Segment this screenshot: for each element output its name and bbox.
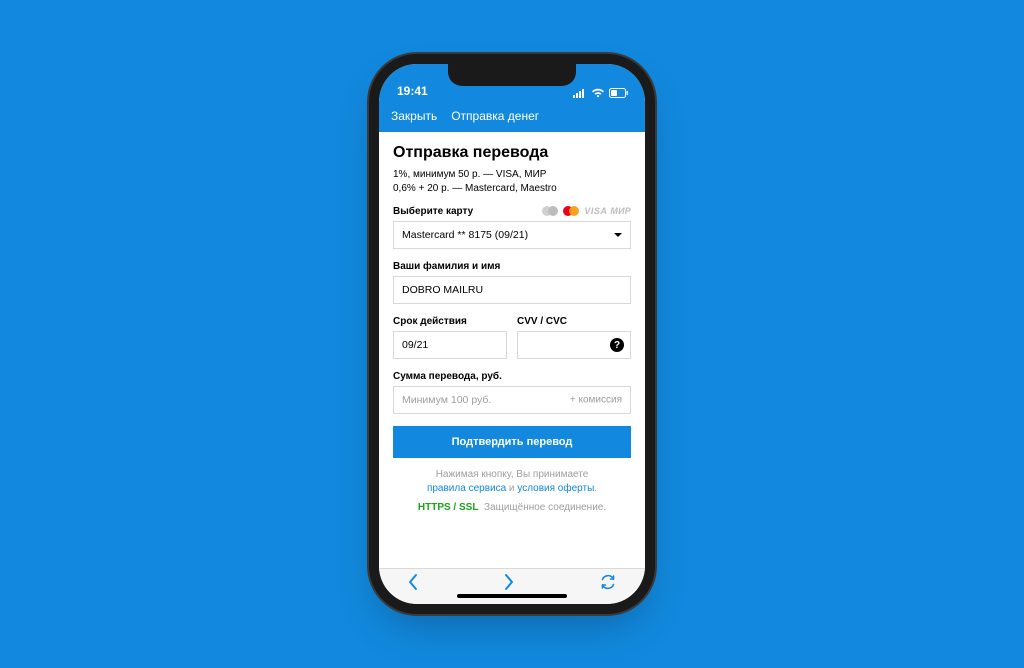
cvv-label: CVV / CVC bbox=[517, 316, 631, 327]
wifi-icon bbox=[591, 88, 605, 98]
chevron-left-icon bbox=[407, 573, 419, 591]
cvv-input[interactable]: ? bbox=[517, 331, 631, 359]
content: Отправка перевода 1%, минимум 50 р. — VI… bbox=[379, 132, 645, 570]
amount-field-group: Сумма перевода, руб. Минимум 100 руб. + … bbox=[393, 371, 631, 414]
expiry-cvv-row: Срок действия 09/21 CVV / CVC ? bbox=[393, 316, 631, 359]
card-select[interactable]: Mastercard ** 8175 (09/21) bbox=[393, 221, 631, 249]
rules-link[interactable]: правила сервиса bbox=[427, 483, 506, 494]
reload-icon bbox=[599, 573, 617, 591]
https-badge: HTTPS / SSL bbox=[418, 502, 479, 513]
agree-and: и bbox=[506, 483, 517, 494]
mir-icon: МИР bbox=[610, 206, 631, 216]
card-field-group: Выберите карту VISA МИР Mastercard ** 81… bbox=[393, 205, 631, 249]
help-icon[interactable]: ? bbox=[610, 338, 624, 352]
expiry-label: Срок действия bbox=[393, 316, 507, 327]
signal-icon bbox=[573, 88, 587, 98]
amount-input[interactable]: Минимум 100 руб. + комиссия bbox=[393, 386, 631, 414]
chevron-right-icon bbox=[503, 573, 515, 591]
name-field-group: Ваши фамилия и имя DOBRO MAILRU bbox=[393, 261, 631, 304]
home-indicator bbox=[457, 594, 567, 598]
header-title: Отправка денег bbox=[451, 109, 539, 123]
name-value: DOBRO MAILRU bbox=[402, 284, 483, 296]
offer-link[interactable]: условия оферты bbox=[517, 483, 594, 494]
phone-frame: 19:41 Закрыть Отправка денег Отправка пе… bbox=[379, 64, 645, 604]
card-logos: VISA МИР bbox=[542, 205, 631, 217]
agree-line1: Нажимая кнопку, Вы принимаете bbox=[436, 469, 589, 480]
page-title: Отправка перевода bbox=[393, 144, 631, 162]
close-button[interactable]: Закрыть bbox=[391, 109, 437, 123]
amount-placeholder: Минимум 100 руб. bbox=[402, 394, 491, 406]
agree-dot: . bbox=[594, 483, 597, 494]
name-label: Ваши фамилия и имя bbox=[393, 261, 631, 272]
status-time: 19:41 bbox=[397, 84, 428, 98]
ssl-line: HTTPS / SSL Защищённое соединение. bbox=[393, 502, 631, 513]
fees-info: 1%, минимум 50 р. — VISA, МИР 0,6% + 20 … bbox=[393, 168, 631, 195]
expiry-value: 09/21 bbox=[402, 339, 428, 351]
status-indicators bbox=[573, 88, 629, 98]
back-button[interactable] bbox=[407, 573, 419, 591]
cvv-field-group: CVV / CVC ? bbox=[517, 316, 631, 359]
card-select-value: Mastercard ** 8175 (09/21) bbox=[402, 229, 528, 241]
fee-line-2: 0,6% + 20 р. — Mastercard, Maestro bbox=[393, 182, 631, 196]
browser-toolbar bbox=[379, 568, 645, 604]
expiry-field-group: Срок действия 09/21 bbox=[393, 316, 507, 359]
mastercard-icon bbox=[563, 205, 581, 217]
amount-suffix: + комиссия bbox=[570, 395, 622, 406]
name-input[interactable]: DOBRO MAILRU bbox=[393, 276, 631, 304]
fee-line-1: 1%, минимум 50 р. — VISA, МИР bbox=[393, 168, 631, 182]
submit-button[interactable]: Подтвердить перевод bbox=[393, 426, 631, 458]
mastercard-grey-icon bbox=[542, 205, 560, 217]
battery-icon bbox=[609, 88, 629, 98]
forward-button[interactable] bbox=[503, 573, 515, 591]
app-header: Закрыть Отправка денег bbox=[379, 100, 645, 132]
ssl-text: Защищённое соединение. bbox=[484, 502, 606, 513]
stage: 19:41 Закрыть Отправка денег Отправка пе… bbox=[0, 0, 1024, 668]
card-label: Выберите карту bbox=[393, 206, 473, 217]
reload-button[interactable] bbox=[599, 573, 617, 591]
phone-notch bbox=[448, 64, 576, 86]
chevron-down-icon bbox=[614, 233, 622, 237]
visa-icon: VISA bbox=[584, 206, 607, 216]
expiry-input[interactable]: 09/21 bbox=[393, 331, 507, 359]
amount-label: Сумма перевода, руб. bbox=[393, 371, 631, 382]
agreement-text: Нажимая кнопку, Вы принимаете правила се… bbox=[393, 468, 631, 496]
